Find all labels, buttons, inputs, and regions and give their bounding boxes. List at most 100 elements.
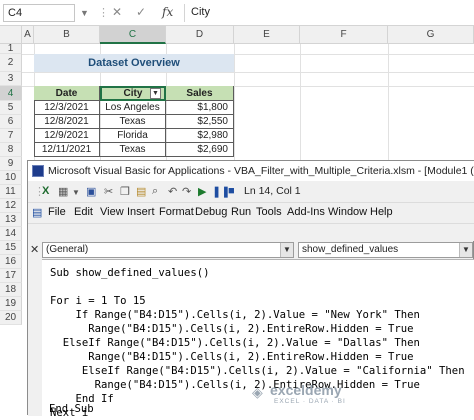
table-cell[interactable]: Texas xyxy=(100,143,166,157)
copy-icon[interactable]: ❐ xyxy=(120,185,130,198)
column-header-b[interactable]: B xyxy=(34,26,100,44)
code-line[interactable]: ElseIf Range("B4:D15").Cells(i, 2).Value… xyxy=(50,336,420,350)
table-cell[interactable]: $2,980 xyxy=(166,129,234,143)
chevron-down-icon[interactable]: ▼ xyxy=(72,188,80,197)
vba-app-icon xyxy=(32,165,44,177)
code-line[interactable]: If Range("B4:D15").Cells(i, 2).Value = "… xyxy=(50,308,420,322)
code-line[interactable]: End Sub xyxy=(49,402,94,416)
redo-icon[interactable]: ↷ xyxy=(182,185,191,198)
code-line[interactable]: For i = 1 To 15 xyxy=(50,294,146,308)
row-header-1[interactable]: 1 xyxy=(0,43,22,54)
code-line[interactable]: Range("B4:D15").Cells(i, 2).EntireRow.Hi… xyxy=(50,322,413,336)
filter-dropdown-icon[interactable]: ▼ xyxy=(150,88,161,99)
menu-run[interactable]: Run xyxy=(231,206,251,218)
code-margin[interactable] xyxy=(28,259,42,416)
row-header-5[interactable]: 5 xyxy=(0,101,22,115)
table-cell[interactable]: $1,800 xyxy=(166,101,234,115)
menu-help[interactable]: Help xyxy=(370,206,393,218)
table-cell[interactable]: Florida xyxy=(100,129,166,143)
cut-icon[interactable]: ✂ xyxy=(104,185,113,198)
menu-bar: ▤ File Edit View Insert Format Debug Run… xyxy=(28,203,474,223)
menu-view[interactable]: View xyxy=(100,206,124,218)
menu-insert[interactable]: Insert xyxy=(127,206,155,218)
row-header-3[interactable]: 3 xyxy=(0,72,22,86)
mdi-strip xyxy=(28,223,474,241)
column-header-g[interactable]: G xyxy=(388,26,474,44)
row-header-6[interactable]: 6 xyxy=(0,115,22,129)
menu-format[interactable]: Format xyxy=(159,206,194,218)
table-cell[interactable]: Texas xyxy=(100,115,166,129)
row-header-13[interactable]: 13 xyxy=(0,213,22,227)
gridline xyxy=(300,44,301,160)
table-cell[interactable]: 12/3/2021 xyxy=(34,101,100,115)
table-cell[interactable]: 12/8/2021 xyxy=(34,115,100,129)
column-header-c[interactable]: C xyxy=(100,26,166,44)
chevron-down-icon[interactable]: ▼ xyxy=(459,243,472,257)
paste-icon[interactable]: ▤ xyxy=(136,185,146,198)
table-cell[interactable]: $2,690 xyxy=(166,143,234,157)
formula-input[interactable]: City xyxy=(184,4,470,22)
menu-debug[interactable]: Debug xyxy=(195,206,227,218)
row-header-4[interactable]: 4 xyxy=(0,86,22,101)
row-header-16[interactable]: 16 xyxy=(0,255,22,269)
menu-tools[interactable]: Tools xyxy=(256,206,282,218)
code-line[interactable]: Sub show_defined_values() xyxy=(50,266,209,280)
menu-add-ins[interactable]: Add-Ins xyxy=(287,206,325,218)
row-header-9[interactable]: 9 xyxy=(0,157,22,171)
row-header-2[interactable]: 2 xyxy=(0,54,22,72)
gridline xyxy=(22,72,474,73)
vbe-window: Microsoft Visual Basic for Applications … xyxy=(27,160,474,419)
row-header-11[interactable]: 11 xyxy=(0,185,22,199)
row-header-12[interactable]: 12 xyxy=(0,199,22,213)
dataset-title: Dataset Overview xyxy=(34,54,234,72)
find-icon[interactable]: ⌕ xyxy=(152,185,158,198)
name-box[interactable]: C4 xyxy=(3,4,75,22)
run-icon[interactable]: ▶ xyxy=(198,185,206,198)
insert-function-icon[interactable]: fx xyxy=(162,5,173,19)
options-dots-icon: ⋮ xyxy=(98,7,109,19)
header-date: Date xyxy=(34,86,100,101)
row-header-18[interactable]: 18 xyxy=(0,283,22,297)
row-header-7[interactable]: 7 xyxy=(0,129,22,143)
reset-icon[interactable]: ■ xyxy=(228,185,235,197)
select-all-corner[interactable] xyxy=(0,26,22,44)
procedure-combo[interactable]: show_defined_values ▼ xyxy=(298,242,473,258)
menu-window[interactable]: Window xyxy=(328,206,367,218)
row-header-10[interactable]: 10 xyxy=(0,171,22,185)
save-icon[interactable]: ▣ xyxy=(86,185,96,198)
code-line[interactable]: Range("B4:D15").Cells(i, 2).EntireRow.Hi… xyxy=(50,350,413,364)
row-header-14[interactable]: 14 xyxy=(0,227,22,241)
table-cell[interactable]: 12/9/2021 xyxy=(34,129,100,143)
row-header-19[interactable]: 19 xyxy=(0,297,22,311)
table-cell[interactable]: $2,550 xyxy=(166,115,234,129)
table-cell[interactable]: 12/11/2021 xyxy=(34,143,100,157)
close-icon[interactable]: ✕ xyxy=(30,243,39,256)
object-combo[interactable]: (General) ▼ xyxy=(42,242,294,258)
column-header-a[interactable]: A xyxy=(22,26,34,44)
chevron-down-icon[interactable]: ▼ xyxy=(80,8,89,18)
chevron-down-icon[interactable]: ▼ xyxy=(280,243,293,257)
watermark-brand: exceldemy xyxy=(270,382,342,398)
row-header-17[interactable]: 17 xyxy=(0,269,22,283)
code-line[interactable]: ElseIf Range("B4:D15").Cells(i, 2).Value… xyxy=(50,364,465,378)
table-cell[interactable]: Los Angeles xyxy=(100,101,166,115)
cancel-icon[interactable]: ✕ xyxy=(112,5,122,19)
module-icon[interactable]: ▤ xyxy=(32,206,42,219)
menu-edit[interactable]: Edit xyxy=(74,206,93,218)
column-header-d[interactable]: D xyxy=(166,26,234,44)
undo-icon[interactable]: ↶ xyxy=(168,185,177,198)
enter-icon[interactable]: ✓ xyxy=(136,5,146,19)
menu-file[interactable]: File xyxy=(48,206,66,218)
column-header-e[interactable]: E xyxy=(234,26,300,44)
column-header-f[interactable]: F xyxy=(300,26,388,44)
insert-module-icon[interactable]: ▦ xyxy=(58,185,68,198)
row-header-8[interactable]: 8 xyxy=(0,143,22,157)
exceldemy-watermark: ◈ exceldemy EXCEL · DATA · BI xyxy=(252,382,412,410)
procedure-combo-value: show_defined_values xyxy=(302,244,399,255)
header-sales: Sales xyxy=(166,86,234,101)
exceldemy-logo-icon: ◈ xyxy=(252,384,263,400)
row-header-20[interactable]: 20 xyxy=(0,311,22,325)
row-header-15[interactable]: 15 xyxy=(0,241,22,255)
gridline xyxy=(388,44,389,160)
view-excel-icon[interactable]: X xyxy=(42,185,49,197)
